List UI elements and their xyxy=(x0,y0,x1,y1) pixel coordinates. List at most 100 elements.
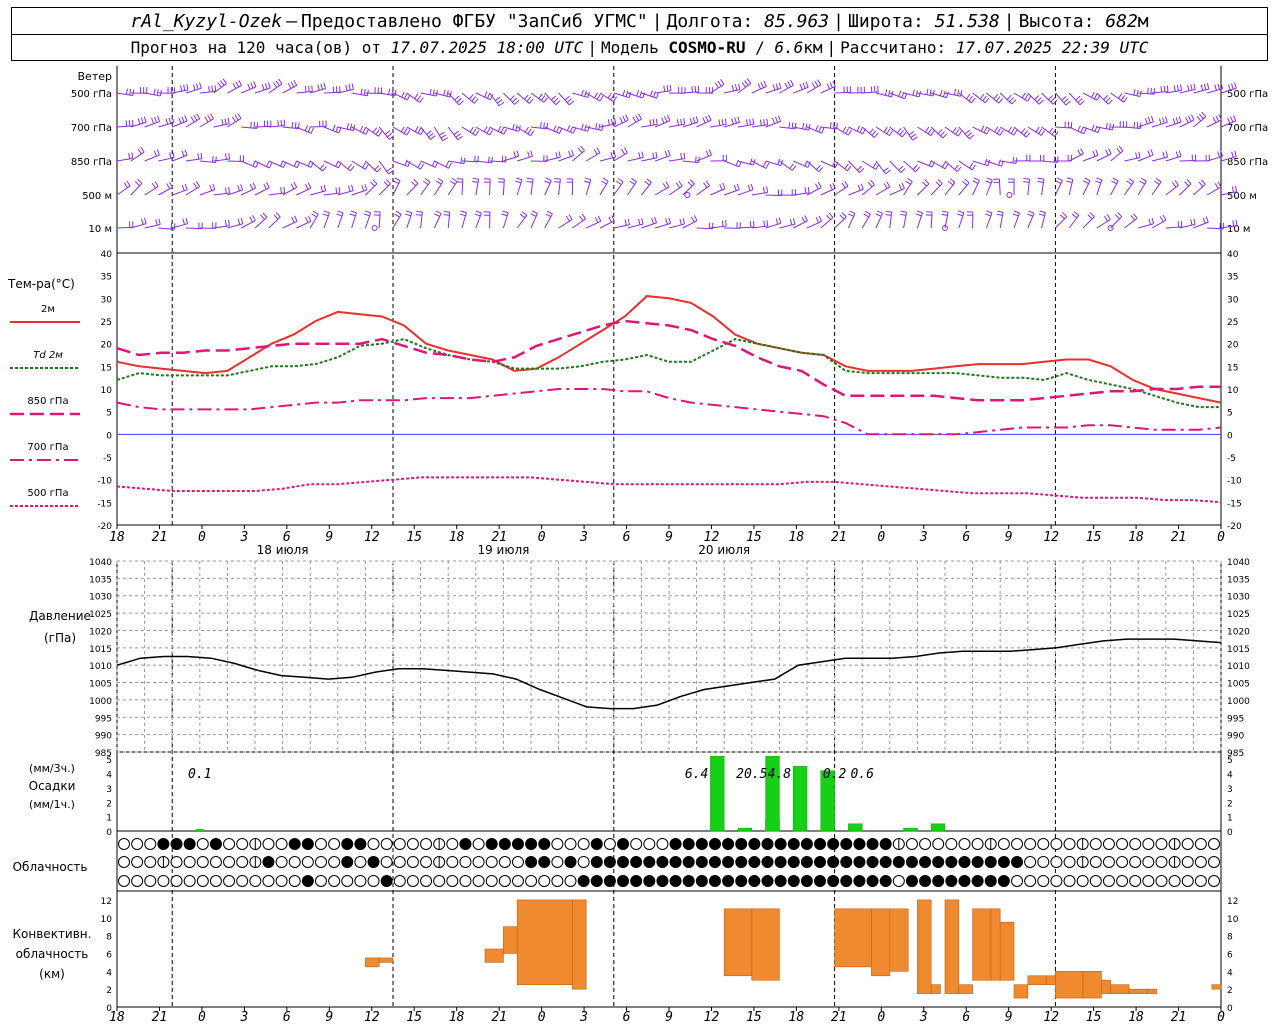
cloud-cover-full xyxy=(354,838,367,850)
cloud-cover-clear xyxy=(1011,838,1024,850)
cloud-cover-full xyxy=(853,856,866,868)
cloud-circle xyxy=(590,875,603,887)
pressure-ytick-right: 1030 xyxy=(1227,593,1250,603)
wind-barb-feather xyxy=(1178,116,1182,123)
cloud-cover-full xyxy=(984,856,997,868)
wind-barb-feather xyxy=(665,181,670,188)
cloud-circle xyxy=(656,856,669,868)
wind-barb-feather xyxy=(263,183,267,190)
wind-barb-feather xyxy=(724,118,727,125)
wind-barb-feather xyxy=(1198,181,1204,187)
wind-barb-feather xyxy=(616,180,622,186)
cloud-cover-full xyxy=(984,875,997,887)
wind-barb-feather xyxy=(1027,95,1032,102)
cloud-circle xyxy=(1063,838,1076,850)
wind-barb-feather xyxy=(430,135,436,140)
cloud-circle xyxy=(1063,856,1076,868)
wind-calm-circle xyxy=(371,225,378,231)
cloud-cover-clear xyxy=(328,856,341,868)
wind-barb-feather xyxy=(1095,177,1103,181)
cloud-circle xyxy=(236,875,249,887)
wind-barb-feather xyxy=(173,223,176,230)
cloud-circle xyxy=(262,875,275,887)
wind-barb-feather xyxy=(376,167,382,173)
wind-barb-feather xyxy=(937,178,943,184)
wind-barb-feather xyxy=(460,210,467,214)
pressure-ytick-right: 990 xyxy=(1227,732,1244,742)
cloud-cover-clear xyxy=(209,875,222,887)
cloud-cover-full xyxy=(682,838,695,850)
cloud-circle xyxy=(866,856,879,868)
cloud-circle xyxy=(564,856,577,868)
cloud-circle xyxy=(511,856,524,868)
wind-barb xyxy=(116,157,133,162)
cloud-circle xyxy=(919,838,932,850)
wind-barb-feather xyxy=(664,150,668,157)
cloud-circle xyxy=(853,838,866,850)
wind-barb-feather xyxy=(965,93,971,100)
time-label-bottom: 18 xyxy=(1128,1010,1144,1024)
wind-barb xyxy=(116,226,134,229)
wind-barb-feather xyxy=(986,210,993,214)
wind-barb-feather xyxy=(967,132,973,137)
cloud-cover-clear xyxy=(1089,856,1102,868)
wind-barb xyxy=(1137,181,1147,196)
wind-barb-feather xyxy=(473,98,479,104)
conv-cloud-bar xyxy=(1110,984,1130,994)
time-label-bottom: 15 xyxy=(746,1010,762,1024)
wind-barb-feather xyxy=(443,89,446,96)
wind-barb xyxy=(185,87,202,94)
wind-barb-feather xyxy=(572,127,577,134)
cloud-cover-clear xyxy=(551,875,564,887)
cloud-cover-clear xyxy=(932,838,945,850)
cloud-circle xyxy=(354,856,367,868)
wind-barb-feather xyxy=(568,214,573,220)
wind-barb-feather xyxy=(293,160,298,167)
cloud-circle xyxy=(1089,856,1102,868)
precip-ytick: 5 xyxy=(106,756,112,766)
conv-ytick-right: 8 xyxy=(1227,933,1233,943)
wind-barb xyxy=(392,214,402,229)
precip-total: 4.8 xyxy=(768,767,792,782)
wind-barb-feather xyxy=(134,181,140,187)
conv-cloud-bar xyxy=(365,957,380,968)
wind-barb-feather xyxy=(912,136,918,141)
cloud-cover-clear xyxy=(1076,875,1089,887)
cloud-cover-full xyxy=(774,856,787,868)
time-label: 0 xyxy=(538,530,546,545)
cloud-circle xyxy=(1063,875,1076,887)
cloud-circle xyxy=(446,875,459,887)
time-label-bottom: 15 xyxy=(406,1010,422,1024)
wind-barb-feather xyxy=(623,147,628,153)
cloud-cover-full xyxy=(498,838,511,850)
cloud-circle xyxy=(827,856,840,868)
wind-barb-feather xyxy=(721,118,724,126)
wind-barb-feather xyxy=(1023,181,1030,183)
cloud-circle xyxy=(1116,838,1129,850)
wind-barb xyxy=(613,181,624,196)
cloud-cover-clear xyxy=(1024,856,1037,868)
wind-barb-feather xyxy=(1009,97,1014,103)
cloud-circle xyxy=(800,856,813,868)
wind-barb-feather xyxy=(137,118,141,125)
wind-barb-feather xyxy=(593,149,598,155)
cloud-circle xyxy=(695,838,708,850)
wind-barb-feather xyxy=(982,95,987,102)
wind-barb-feather xyxy=(157,115,161,122)
wind-barb-feather xyxy=(749,118,752,125)
wind-barb-feather xyxy=(1159,216,1164,222)
wind-barb-feather xyxy=(144,217,147,224)
wind-barb-feather xyxy=(1118,145,1124,152)
temp-ytick: 20 xyxy=(101,341,113,351)
wind-barb-feather xyxy=(458,100,464,106)
wind-barb-feather xyxy=(805,81,809,88)
cloud-circle xyxy=(787,856,800,868)
wind-barb-feather xyxy=(540,122,542,129)
wind-barb-feather xyxy=(791,122,794,129)
time-label-bottom: 0 xyxy=(877,1010,885,1024)
wind-barb xyxy=(461,92,475,104)
wind-barb-feather xyxy=(1176,84,1179,91)
pressure-ytick-right: 1025 xyxy=(1227,610,1250,620)
wind-barb xyxy=(903,181,913,196)
conv-cloud-bar xyxy=(1055,971,1084,999)
